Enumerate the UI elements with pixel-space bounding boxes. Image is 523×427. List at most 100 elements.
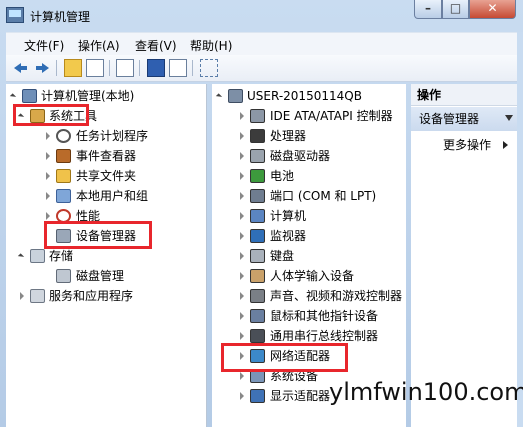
- help-icon[interactable]: [147, 59, 165, 77]
- maximize-button[interactable]: □: [442, 0, 469, 19]
- navigation-tree: 计算机管理(本地) 系统工具 任务计划程序 事件查看器 共享文件夹 本地用户和组: [6, 84, 207, 427]
- tree-item-label: 磁盘管理: [76, 269, 125, 283]
- expand-icon[interactable]: [240, 332, 244, 340]
- computer-management-icon: [6, 7, 24, 23]
- mouse-icon: [250, 309, 265, 323]
- expand-icon[interactable]: [240, 252, 244, 260]
- expand-icon[interactable]: [46, 132, 50, 140]
- event-viewer-icon: [56, 149, 71, 163]
- scan-hardware-icon[interactable]: [200, 59, 218, 77]
- computer-icon: [250, 209, 265, 223]
- show-hide-action-pane-icon[interactable]: [169, 59, 187, 77]
- users-icon: [56, 189, 71, 203]
- collapse-section-icon[interactable]: [505, 115, 513, 121]
- close-button[interactable]: ✕: [469, 0, 516, 19]
- highlight-network-adapters: [221, 343, 348, 372]
- expand-icon[interactable]: [20, 292, 24, 300]
- expand-icon[interactable]: [240, 272, 244, 280]
- minimize-button[interactable]: –: [414, 0, 442, 19]
- tree-item-label: 事件查看器: [76, 149, 137, 163]
- computer-icon: [228, 89, 243, 103]
- actions-header: 操作: [411, 84, 517, 106]
- expand-icon[interactable]: [240, 392, 244, 400]
- expand-icon[interactable]: [240, 372, 244, 380]
- tree-item-label: 服务和应用程序: [49, 289, 134, 303]
- tree-item-label: 任务计划程序: [76, 129, 149, 143]
- device-category-label: 端口 (COM 和 LPT): [270, 189, 377, 203]
- battery-icon: [250, 169, 265, 183]
- collapse-icon[interactable]: [17, 253, 25, 260]
- toolbar-separator: [56, 60, 57, 76]
- actions-section-device-manager[interactable]: 设备管理器: [411, 107, 517, 131]
- expand-icon[interactable]: [240, 112, 244, 120]
- expand-icon[interactable]: [240, 232, 244, 240]
- device-tree: USER-20150114QB IDE ATA/ATAPI 控制器 处理器磁盘驱动…: [212, 84, 406, 427]
- actions-section-label: 设备管理器: [419, 112, 480, 126]
- window: 计算机管理 – □ ✕ 文件(F) 操作(A) 查看(V) 帮助(H) 计算机管…: [0, 0, 523, 427]
- device-category-label: 人体学输入设备: [270, 269, 355, 283]
- collapse-icon[interactable]: [215, 93, 223, 100]
- submenu-arrow-icon: [503, 141, 508, 149]
- device-category-label: 声音、视频和游戏控制器: [270, 289, 403, 303]
- expand-icon[interactable]: [46, 152, 50, 160]
- device-tree-root-label: USER-20150114QB: [247, 89, 362, 103]
- device-category-label: 磁盘驱动器: [270, 149, 331, 163]
- window-title: 计算机管理: [30, 10, 91, 24]
- services-icon: [30, 289, 45, 303]
- expand-icon[interactable]: [240, 292, 244, 300]
- shared-folder-icon: [56, 169, 71, 183]
- toolbar-separator: [109, 60, 110, 76]
- menu-action[interactable]: 操作(A): [78, 37, 120, 54]
- expand-icon[interactable]: [240, 152, 244, 160]
- processor-icon: [250, 129, 265, 143]
- tree-item-label: 本地用户和组: [76, 189, 149, 203]
- expand-icon[interactable]: [240, 212, 244, 220]
- device-category-label: IDE ATA/ATAPI 控制器: [270, 109, 393, 123]
- toolbar-separator: [192, 60, 193, 76]
- port-icon: [250, 189, 265, 203]
- expand-icon[interactable]: [240, 192, 244, 200]
- clock-icon: [56, 129, 71, 143]
- device-category-label: 键盘: [270, 249, 295, 263]
- disk-drive-icon: [250, 149, 265, 163]
- tree-item-label: 共享文件夹: [76, 169, 137, 183]
- collapse-icon[interactable]: [9, 93, 17, 100]
- expand-icon[interactable]: [240, 172, 244, 180]
- more-actions-link[interactable]: 更多操作: [443, 136, 491, 153]
- back-arrow-icon[interactable]: [12, 59, 30, 77]
- menu-view[interactable]: 查看(V): [135, 37, 177, 54]
- expand-icon[interactable]: [46, 212, 50, 220]
- up-folder-icon[interactable]: [64, 59, 82, 77]
- watermark-text: ylmfwin100.com: [329, 378, 523, 406]
- forward-arrow-icon[interactable]: [33, 59, 51, 77]
- sound-icon: [250, 289, 265, 303]
- tree-item-label: 存储: [49, 249, 74, 263]
- device-category-label: 显示适配器: [270, 389, 331, 403]
- device-category-label: 鼠标和其他指针设备: [270, 309, 379, 323]
- highlight-system-tools: [13, 104, 89, 126]
- keyboard-icon: [250, 249, 265, 263]
- expand-icon[interactable]: [46, 192, 50, 200]
- hid-icon: [250, 269, 265, 283]
- computer-icon: [22, 89, 37, 103]
- highlight-device-manager: [44, 221, 152, 249]
- menu-bar: 文件(F) 操作(A) 查看(V) 帮助(H): [6, 32, 517, 55]
- title-bar: 计算机管理 – □ ✕: [0, 0, 523, 30]
- tree-item-label: 计算机管理(本地): [41, 89, 135, 103]
- monitor-icon: [250, 229, 265, 243]
- properties-icon[interactable]: [116, 59, 134, 77]
- menu-file[interactable]: 文件(F): [24, 37, 64, 54]
- menu-help[interactable]: 帮助(H): [190, 37, 232, 54]
- toolbar: [6, 55, 517, 82]
- usb-icon: [250, 329, 265, 343]
- expand-icon[interactable]: [240, 132, 244, 140]
- actions-pane: 操作 设备管理器 更多操作: [411, 84, 517, 427]
- window-border: [517, 32, 523, 427]
- toolbar-separator: [139, 60, 140, 76]
- disk-icon: [56, 269, 71, 283]
- show-tree-icon[interactable]: [86, 59, 104, 77]
- device-category-label: 处理器: [270, 129, 307, 143]
- expand-icon[interactable]: [46, 172, 50, 180]
- device-category-label: 电池: [270, 169, 295, 183]
- expand-icon[interactable]: [240, 312, 244, 320]
